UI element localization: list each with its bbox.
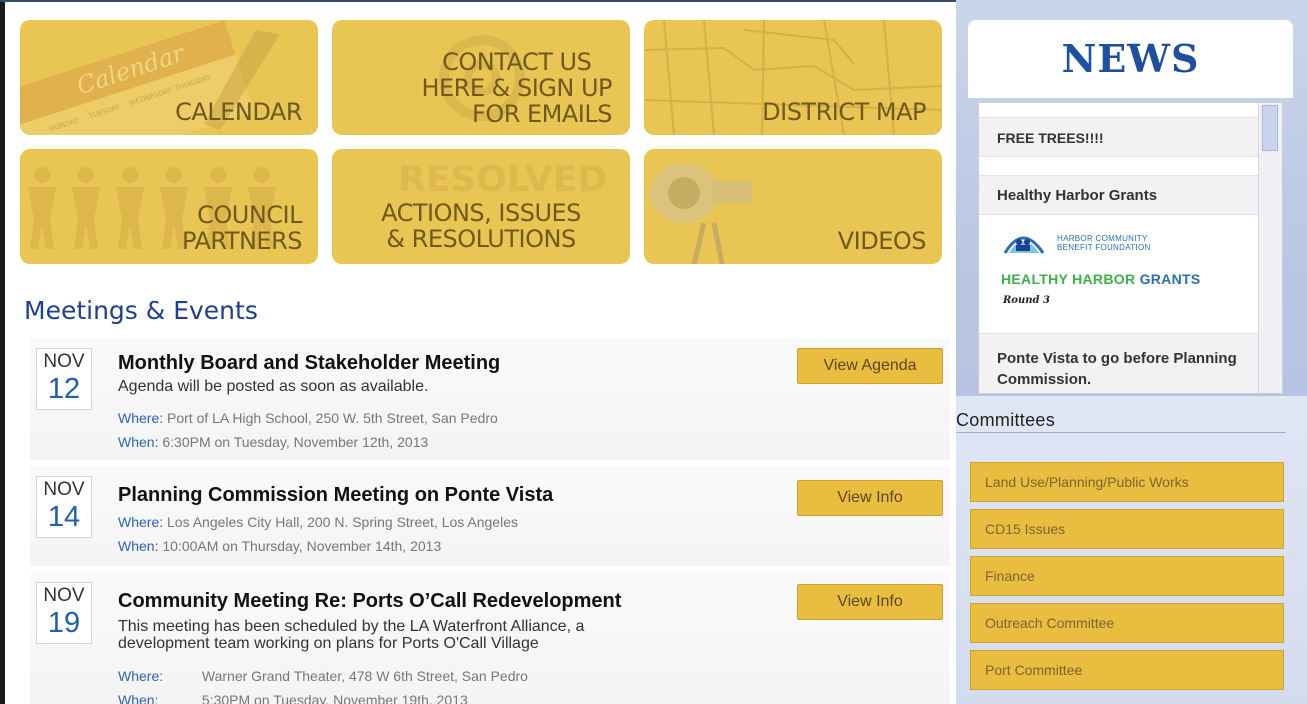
contact-tile-line-2: HERE & SIGN UP <box>421 74 612 102</box>
committee-button-finance[interactable]: Finance <box>970 556 1284 596</box>
grants-text: GRANTS <box>1139 271 1201 287</box>
contact-tile-line-3: FOR EMAILS <box>472 100 612 128</box>
event-when-value: 10:00AM on Thursday, November 14th, 2013 <box>162 538 442 554</box>
committees-divider <box>956 432 1286 433</box>
top-edge-rule <box>0 0 956 2</box>
event-when-label: When: <box>118 692 159 704</box>
council-partners-tile[interactable]: COUNCIL PARTNERS <box>20 149 318 264</box>
news-item[interactable]: Ponte Vista to go before Planning Commis… <box>979 333 1260 393</box>
event-title: Community Meeting Re: Ports O’Call Redev… <box>118 590 622 612</box>
news-header: NEWS <box>968 20 1293 98</box>
event-item: NOV 12 Monthly Board and Stakeholder Mee… <box>30 338 950 460</box>
event-when-label: When: <box>118 538 159 554</box>
committee-button-cd15[interactable]: CD15 Issues <box>970 509 1284 549</box>
event-where-value: Port of LA High School, 250 W. 5th Stree… <box>167 410 498 426</box>
event-when: When: 5:30PM on Tuesday, November 19th, … <box>118 692 468 704</box>
council-partners-tile-label: COUNCIL PARTNERS <box>182 202 302 254</box>
foundation-name-line-2: BENEFIT FOUNDATION <box>1057 243 1151 252</box>
event-where-label: Where: <box>118 668 164 684</box>
actions-issues-resolutions-tile[interactable]: RESOLVED ACTIONS, ISSUES & RESOLUTIONS <box>332 149 630 264</box>
district-map-tile-line: DISTRICT MAP <box>762 98 926 126</box>
event-description: Agenda will be posted as soon as availab… <box>118 378 429 395</box>
event-when-value: 5:30PM on Tuesday, November 19th, 2013 <box>201 692 468 704</box>
view-info-button[interactable]: View Info <box>797 584 943 620</box>
news-list[interactable]: FREE TREES!!!! Healthy Harbor Grants HAR… <box>978 102 1283 394</box>
contact-signup-tile[interactable]: CONTACT US HERE & SIGN UP FOR EMAILS <box>332 20 630 135</box>
round-label: Round 3 <box>1003 295 1050 306</box>
event-when: When: 10:00AM on Thursday, November 14th… <box>118 538 441 554</box>
event-when-label: When: <box>118 434 159 450</box>
council-partners-line-1: COUNCIL <box>197 201 302 229</box>
healthy-harbor-text: HEALTHY HARBOR <box>1001 271 1136 287</box>
event-where-value: Warner Grand Theater, 478 W 6th Street, … <box>201 668 528 684</box>
foundation-name-line-1: HARBOR COMMUNITY <box>1057 234 1148 243</box>
event-when-value: 6:30PM on Tuesday, November 12th, 2013 <box>162 434 429 450</box>
calendar-tile-label-line: CALENDAR <box>175 98 302 126</box>
event-where: Where: Port of LA High School, 250 W. 5t… <box>118 410 498 426</box>
actions-tile-label: ACTIONS, ISSUES & RESOLUTIONS <box>332 200 630 252</box>
event-date-badge: NOV 14 <box>36 476 92 538</box>
committee-button-port[interactable]: Port Committee <box>970 650 1284 690</box>
event-where: Where: Los Angeles City Hall, 200 N. Spr… <box>118 514 518 530</box>
committee-button-outreach[interactable]: Outreach Committee <box>970 603 1284 643</box>
healthy-harbor-grants-title: HEALTHY HARBOR GRANTS <box>1001 271 1200 287</box>
event-day: 19 <box>47 607 81 639</box>
district-map-tile[interactable]: DISTRICT MAP <box>644 20 942 135</box>
calendar-tile[interactable]: Calendar MONDAY TUESDAY WEDNESDAY THURSD… <box>20 20 318 135</box>
calendar-tile-label: CALENDAR <box>175 99 302 125</box>
event-item: NOV 19 Community Meeting Re: Ports O’Cal… <box>30 572 950 704</box>
committees-title: Committees <box>956 410 1056 430</box>
news-scrollbar-thumb[interactable] <box>1262 105 1278 151</box>
news-item[interactable]: FREE TREES!!!! <box>979 117 1260 157</box>
committees-panel: Committees Land Use/Planning/Public Work… <box>956 396 1307 704</box>
event-date-badge: NOV 19 <box>36 582 92 644</box>
event-where-value: Los Angeles City Hall, 200 N. Spring Str… <box>167 514 518 530</box>
videos-tile-line: VIDEOS <box>837 227 927 255</box>
council-partners-line-2: PARTNERS <box>182 227 302 255</box>
actions-tile-line-2: & RESOLUTIONS <box>386 225 576 253</box>
event-where-label: Where: <box>118 410 164 426</box>
contact-tile-label: CONTACT US HERE & SIGN UP FOR EMAILS <box>421 49 612 127</box>
news-title: NEWS <box>1061 36 1200 81</box>
district-map-tile-label: DISTRICT MAP <box>762 99 926 125</box>
event-month: NOV <box>43 585 85 606</box>
event-item: NOV 14 Planning Commission Meeting on Po… <box>30 466 950 566</box>
left-edge-rule <box>0 0 5 704</box>
event-description: This meeting has been scheduled by the L… <box>118 618 758 652</box>
harbor-foundation-logo-icon <box>1003 236 1045 254</box>
event-month: NOV <box>43 479 85 500</box>
event-where-label: Where: <box>118 514 164 530</box>
videos-tile[interactable]: VIDEOS <box>644 149 942 264</box>
view-info-button[interactable]: View Info <box>797 480 943 516</box>
event-where: Where: Warner Grand Theater, 478 W 6th S… <box>118 668 528 684</box>
news-item[interactable]: Healthy Harbor Grants <box>979 175 1260 215</box>
actions-tile-line-1: ACTIONS, ISSUES <box>381 199 581 227</box>
contact-tile-line-1: CONTACT US <box>442 48 592 76</box>
meetings-heading: Meetings & Events <box>24 296 258 325</box>
foundation-name: HARBOR COMMUNITY BENEFIT FOUNDATION <box>1057 234 1151 252</box>
event-description-line-1: This meeting has been scheduled by the L… <box>118 618 585 635</box>
resolved-stamp-text: RESOLVED <box>398 159 607 200</box>
event-date-badge: NOV 12 <box>36 348 92 410</box>
event-month: NOV <box>43 351 85 372</box>
news-scrollbar[interactable] <box>1258 103 1282 393</box>
event-title: Monthly Board and Stakeholder Meeting <box>118 352 501 374</box>
committee-button-land-use[interactable]: Land Use/Planning/Public Works <box>970 462 1284 502</box>
event-description-line-2: development team working on plans for Po… <box>118 635 539 652</box>
videos-tile-label: VIDEOS <box>837 227 927 255</box>
quick-link-tiles: Calendar MONDAY TUESDAY WEDNESDAY THURSD… <box>20 20 944 265</box>
event-when: When: 6:30PM on Tuesday, November 12th, … <box>118 434 428 450</box>
healthy-harbor-logo[interactable]: HARBOR COMMUNITY BENEFIT FOUNDATION HEAL… <box>1001 227 1256 313</box>
view-agenda-button[interactable]: View Agenda <box>797 348 943 384</box>
page: Calendar MONDAY TUESDAY WEDNESDAY THURSD… <box>0 0 1307 704</box>
event-day: 12 <box>47 373 81 405</box>
event-title: Planning Commission Meeting on Ponte Vis… <box>118 484 554 506</box>
event-day: 14 <box>47 501 81 533</box>
